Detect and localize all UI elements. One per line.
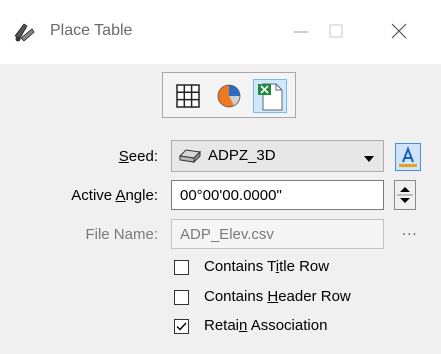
table-type-chart-button[interactable] <box>212 79 246 113</box>
text-style-button[interactable] <box>395 143 421 171</box>
file-name-input[interactable] <box>171 219 384 249</box>
table-grid-icon <box>171 84 205 117</box>
seed-value: ADPZ_3D <box>208 147 276 164</box>
active-angle-input[interactable] <box>171 180 384 210</box>
excel-file-icon <box>254 83 288 118</box>
checkbox-unchecked[interactable] <box>174 290 189 305</box>
minimize-button[interactable] <box>286 18 316 44</box>
cell-icon <box>178 146 202 170</box>
table-type-toolbar <box>162 72 296 118</box>
maximize-button[interactable] <box>321 18 351 44</box>
retain-association-label: Retain Association <box>204 317 328 334</box>
table-type-table-button[interactable] <box>171 79 205 113</box>
browse-button[interactable]: ... <box>402 222 418 239</box>
pie-chart-icon <box>212 84 246 117</box>
contains-title-row-label: Contains Title Row <box>204 258 330 275</box>
checkbox-checked[interactable] <box>174 319 189 334</box>
checkmark-icon <box>176 322 187 331</box>
close-button[interactable] <box>384 18 414 44</box>
table-type-excel-button[interactable] <box>253 79 287 113</box>
window-title: Place Table <box>50 22 133 39</box>
active-angle-spinner[interactable] <box>394 180 416 210</box>
title-bar[interactable]: Place Table <box>0 0 441 64</box>
text-style-icon <box>396 146 420 174</box>
seed-label: Seed: <box>118 148 158 165</box>
place-table-tool-icon <box>12 20 36 44</box>
file-name-label: File Name: <box>85 226 158 243</box>
spinner-arrows-icon <box>395 187 415 213</box>
checkbox-unchecked[interactable] <box>174 260 189 275</box>
chevron-down-icon <box>363 151 375 168</box>
seed-dropdown[interactable]: ADPZ_3D <box>171 140 384 172</box>
place-table-dialog: Place Table Seed: ADPZ_3D Active Angle: … <box>0 0 441 354</box>
contains-header-row-label: Contains Header Row <box>204 288 351 305</box>
active-angle-label: Active Angle: <box>71 187 158 204</box>
